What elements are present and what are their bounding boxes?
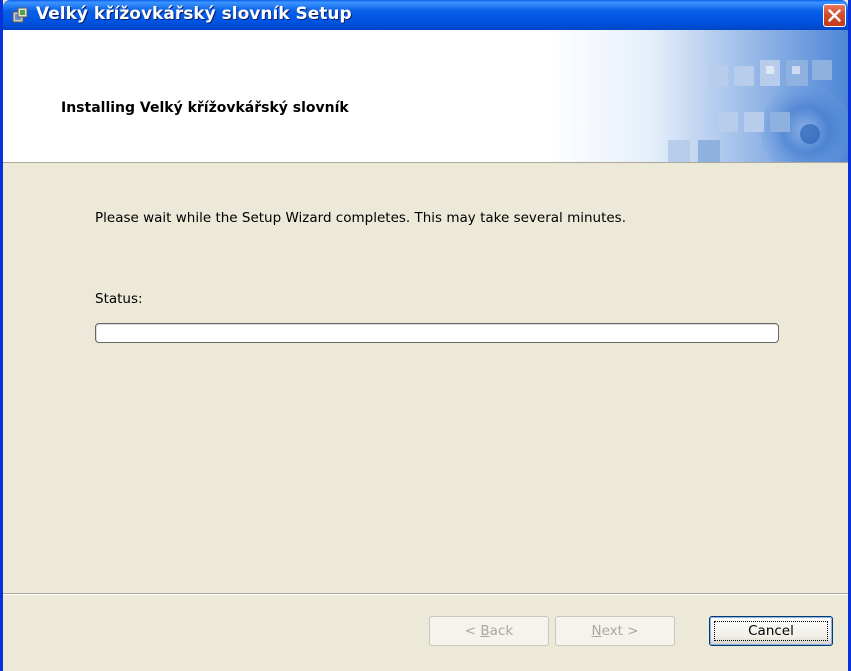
wait-message: Please wait while the Setup Wizard compl…: [95, 210, 627, 226]
setup-window: Velký křížovkářský slovník Setup Install…: [0, 0, 851, 671]
back-mnemonic: B: [480, 623, 490, 639]
status-label: Status:: [95, 291, 143, 307]
back-button-prefix: <: [464, 623, 481, 639]
wizard-header: Installing Velký křížovkářský slovník: [3, 30, 848, 163]
close-icon: [828, 9, 841, 22]
cancel-button[interactable]: Cancel: [709, 616, 833, 646]
cancel-button-label: Cancel: [748, 623, 794, 639]
next-button-rest: ext >: [601, 623, 639, 639]
back-button[interactable]: < Back: [429, 616, 549, 646]
window-title: Velký křížovkářský slovník Setup: [36, 4, 352, 24]
install-progress-bar: [95, 323, 779, 343]
close-button[interactable]: [823, 4, 846, 27]
title-bar[interactable]: Velký křížovkářský slovník Setup: [3, 0, 848, 30]
next-button[interactable]: Next >: [555, 616, 675, 646]
next-mnemonic: N: [591, 623, 602, 639]
setup-package-icon: [12, 7, 28, 23]
blue-squares-banner: [548, 30, 848, 162]
footer-divider: [3, 593, 848, 595]
back-button-rest: ack: [489, 623, 514, 639]
page-title: Installing Velký křížovkářský slovník: [61, 100, 349, 116]
